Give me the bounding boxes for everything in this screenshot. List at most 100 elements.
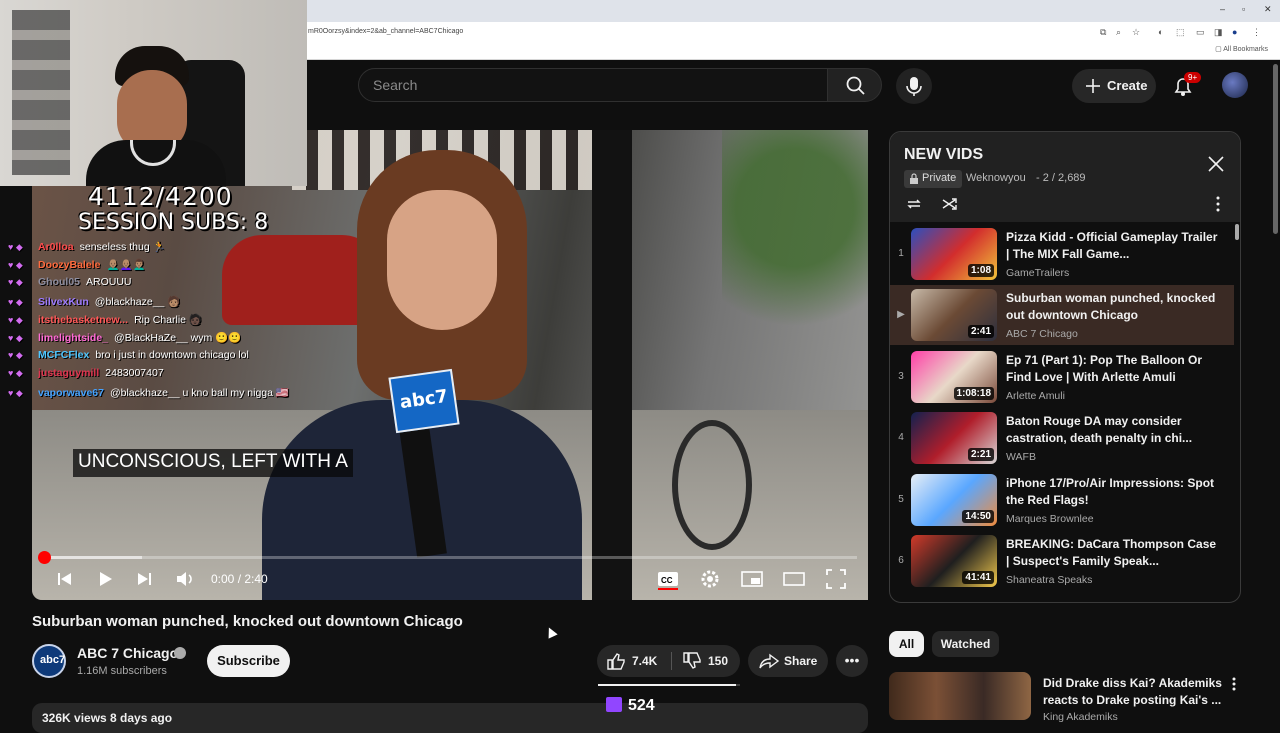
playlist-item-title[interactable]: iPhone 17/Pro/Air Impressions: Spot the … [1006,475,1218,509]
chat-message: ♥ ◆ justaguymill 2483007407 [8,367,164,379]
recommended-title[interactable]: Did Drake diss Kai? Akademiks reacts to … [1043,675,1223,709]
chat-message: ♥ ◆ DoozyBalele 👨🏽‍🦲👩🏽‍🦲👨🏽‍🦱 [8,258,146,271]
playlist-header: NEW VIDS Private Weknowyou - 2 / 2,689 [890,132,1240,222]
fullscreen-icon[interactable] [823,566,849,592]
dislike-icon[interactable] [681,651,703,671]
menu-icon[interactable]: ⋮ [1252,27,1261,38]
more-vertical-icon[interactable] [1208,194,1228,214]
playlist-item-thumbnail[interactable]: 2:41 [911,289,997,342]
star-icon[interactable]: ☆ [1132,27,1140,38]
more-actions-button[interactable]: ••• [836,645,868,677]
chat-text: senseless thug 🏃 [79,241,166,253]
playlist-item-thumbnail[interactable]: 1:08:18 [911,350,997,403]
playlist-item-channel[interactable]: GameTrailers [1006,267,1069,279]
create-button[interactable]: Create [1072,69,1156,103]
subscriber-count: 1.16M subscribers [77,665,167,677]
video-title: Suburban woman punched, knocked out down… [32,613,463,630]
play-icon[interactable] [92,566,118,592]
channel-avatar[interactable]: abc7 [32,644,66,678]
recommended-thumbnail[interactable] [889,672,1031,720]
progress-bar[interactable] [45,556,857,559]
previous-icon[interactable] [52,566,78,592]
playlist-item-title[interactable]: BREAKING: DaCara Thompson Case | Suspect… [1006,536,1218,570]
zoom-icon[interactable]: ⌕ [1116,27,1121,38]
twitch-icon [606,697,622,712]
shuffle-icon[interactable] [940,194,960,214]
theater-mode-icon[interactable] [781,566,807,592]
miniplayer-icon[interactable] [739,566,765,592]
subscribe-button[interactable]: Subscribe [207,645,290,677]
playlist-item-title[interactable]: Suburban woman punched, knocked out down… [1006,290,1218,324]
volume-icon[interactable] [172,566,198,592]
sidepanel-icon[interactable]: ◨ [1214,27,1223,38]
extensions-icon[interactable]: ⬚ [1176,27,1185,38]
playlist-item-thumbnail[interactable]: 1:08 [911,228,997,280]
playlist-scrollbar[interactable] [1235,224,1239,240]
playlist-item-title[interactable]: Ep 71 (Part 1): Pop The Balloon Or Find … [1006,352,1218,386]
playlist-item[interactable]: 5 14:50 iPhone 17/Pro/Air Impressions: Spo… [890,470,1234,530]
twitch-viewer-count: 524 [606,697,655,717]
playlist-item-channel[interactable]: WAFB [1006,451,1036,463]
like-icon[interactable] [605,651,627,671]
playlist-item-channel[interactable]: ABC 7 Chicago [1006,328,1078,340]
url-text[interactable]: mR0Oorzsy&index=2&ab_channel=ABC7Chicago [308,28,463,35]
profile-icon[interactable]: ● [1232,27,1237,37]
playlist-item-channel[interactable]: Arlette Amuli [1006,390,1065,402]
minimize-icon[interactable]: – [1220,4,1225,14]
session-subs-counter: SESSION SUBS: 8 [78,210,269,235]
captions-icon[interactable]: CC [655,566,681,592]
playlist-item-thumbnail[interactable]: 14:50 [911,473,997,526]
description-box[interactable]: 326K views 8 days ago [32,703,868,733]
playlist-item-title[interactable]: Baton Rouge DA may consider castration, … [1006,413,1218,447]
playlist-item-thumbnail[interactable]: 41:41 [911,535,997,587]
playlist-item[interactable]: 3 1:08:18 Ep 71 (Part 1): Pop The Balloon … [890,347,1234,407]
search-button[interactable] [827,68,882,102]
loop-icon[interactable] [904,194,924,214]
channel-avatar-logo: abc7 [40,654,66,666]
media-icon[interactable]: ◐ [1158,27,1163,37]
chat-username: justaguymill [38,367,100,380]
filter-chip-watched[interactable]: Watched [932,631,999,657]
chat-username: itsthebasketnew... [38,313,129,326]
playlist-item-index: 6 [898,555,904,566]
playlist-item-channel[interactable]: Shaneatra Speaks [1006,574,1092,586]
recommended-more-icon[interactable] [1228,676,1240,692]
lock-icon [910,173,918,184]
progress-scrubber[interactable] [38,551,51,564]
all-bookmarks[interactable]: ▢ All Bookmarks [1215,45,1268,53]
page-scrollbar[interactable] [1273,64,1278,234]
recommended-channel[interactable]: King Akademiks [1043,711,1118,723]
playlist-item-thumbnail[interactable]: 2:21 [911,412,997,465]
search-icon [846,76,865,95]
close-icon[interactable] [1206,154,1226,174]
playlist-title[interactable]: NEW VIDS [904,146,983,164]
more-horizontal-icon: ••• [844,652,860,668]
playlist-item[interactable]: 4 2:21 Baton Rouge DA may consider castrat… [890,408,1234,468]
plus-icon [1086,79,1100,93]
filter-chip-all[interactable]: All [889,631,924,657]
chat-badge-icon: ♥ ◆ [8,350,23,361]
playlist-item[interactable]: 6 41:41 BREAKING: DaCara Thompson Case | S… [890,531,1234,591]
playlist-item[interactable]: 1 1:08 Pizza Kidd - Official Gameplay Trai… [890,224,1234,284]
account-avatar[interactable] [1222,72,1248,98]
channel-name[interactable]: ABC 7 Chicago [77,645,178,661]
playlist-panel: NEW VIDS Private Weknowyou - 2 / 2,689 1… [889,131,1241,603]
search-input[interactable]: Search [358,68,828,102]
settings-icon[interactable] [697,566,723,592]
chat-text: 2483007407 [105,367,164,380]
playlist-item-title[interactable]: Pizza Kidd - Official Gameplay Trailer |… [1006,229,1218,263]
install-icon[interactable]: ⧉ [1100,27,1106,38]
next-icon[interactable] [131,566,157,592]
voice-search-button[interactable] [896,68,932,104]
like-count[interactable]: 7.4K [632,654,657,668]
playlist-owner[interactable]: Weknowyou [966,172,1026,184]
playlist-item-channel[interactable]: Marques Brownlee [1006,513,1094,525]
chat-text: AROUUU [86,276,132,289]
split-icon[interactable]: ▭ [1196,27,1205,38]
playlist-item[interactable]: ▶ 2:41 Suburban woman punched, knocked out… [890,285,1234,346]
maximize-icon[interactable]: ▫ [1242,4,1245,14]
microphone-icon [906,77,922,96]
close-window-icon[interactable]: ✕ [1264,4,1272,15]
share-button[interactable]: Share [748,645,828,677]
mouse-cursor [544,625,558,639]
